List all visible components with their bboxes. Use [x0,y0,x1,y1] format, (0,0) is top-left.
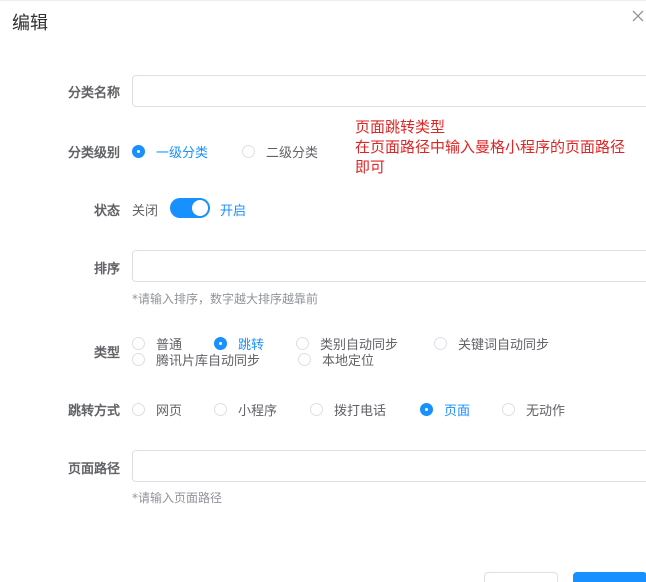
radio-dot [298,353,311,366]
radio-dot [214,403,227,416]
radio-level-2[interactable]: 二级分类 [242,142,318,161]
radio-level-1[interactable]: 一级分类 [132,142,208,161]
switch-off-text: 关闭 [132,204,159,219]
radio-dot [242,145,255,158]
note-line: 在页面路径中输入曼格小程序的页面路径 [355,138,626,156]
radio-label: 一级分类 [156,146,209,161]
radio-label: 页面 [444,404,471,419]
radio-jump-web[interactable]: 网页 [132,400,182,419]
radio-dot [132,403,145,416]
close-icon[interactable] [631,9,645,23]
radio-jump-miniprogram[interactable]: 小程序 [214,400,277,419]
sort-label: 排序 [93,262,120,277]
type-label: 类型 [93,346,120,361]
radio-dot [132,145,145,158]
radio-label: 无动作 [526,404,566,419]
page-jump-note: 页面跳转类型 在页面路径中输入曼格小程序的页面路径 即可 [355,117,625,177]
radio-dot [296,337,309,350]
radio-label: 小程序 [238,404,278,419]
radio-dot [132,337,145,350]
dialog-title: 编辑 [12,13,48,34]
switch-knob [192,200,208,216]
cancel-button[interactable] [484,572,558,582]
radio-type-keyword-sync[interactable]: 关键词自动同步 [434,334,549,353]
edit-dialog: 编辑 分类名称 分类级别 一级分类 二级分类 页面跳转类型 在页面路径中输入曼格… [0,0,646,582]
sort-hint: *请输入排序，数字越大排序越靠前 [132,292,319,306]
radio-type-local-location[interactable]: 本地定位 [298,350,374,369]
page-path-input[interactable] [132,450,646,482]
radio-label: 拨打电话 [334,404,387,419]
radio-dot [132,353,145,366]
category-name-label: 分类名称 [67,86,120,101]
radio-type-tencent-sync[interactable]: 腾讯片库自动同步 [132,350,260,369]
jump-mode-label: 跳转方式 [67,404,120,419]
radio-jump-none[interactable]: 无动作 [502,400,565,419]
radio-label: 二级分类 [266,146,319,161]
radio-label: 关键词自动同步 [458,338,550,353]
radio-dot [502,403,515,416]
category-name-input[interactable] [132,75,646,107]
status-label: 状态 [93,204,120,219]
sort-input[interactable] [132,250,646,282]
page-path-label: 页面路径 [67,462,120,477]
radio-dot [434,337,447,350]
radio-jump-call[interactable]: 拨打电话 [310,400,386,419]
switch-on-text: 开启 [220,204,247,219]
radio-label: 腾讯片库自动同步 [156,354,261,369]
radio-label: 网页 [156,404,183,419]
note-line: 页面跳转类型 [355,118,446,136]
page-path-hint: *请输入页面路径 [132,491,223,505]
status-switch[interactable] [170,198,210,218]
radio-label: 本地定位 [322,354,375,369]
radio-dot [214,337,227,350]
radio-jump-page[interactable]: 页面 [420,400,470,419]
confirm-button[interactable] [573,572,646,582]
category-level-label: 分类级别 [67,146,120,161]
radio-dot [310,403,323,416]
radio-dot [420,403,433,416]
note-line: 即可 [355,158,386,176]
